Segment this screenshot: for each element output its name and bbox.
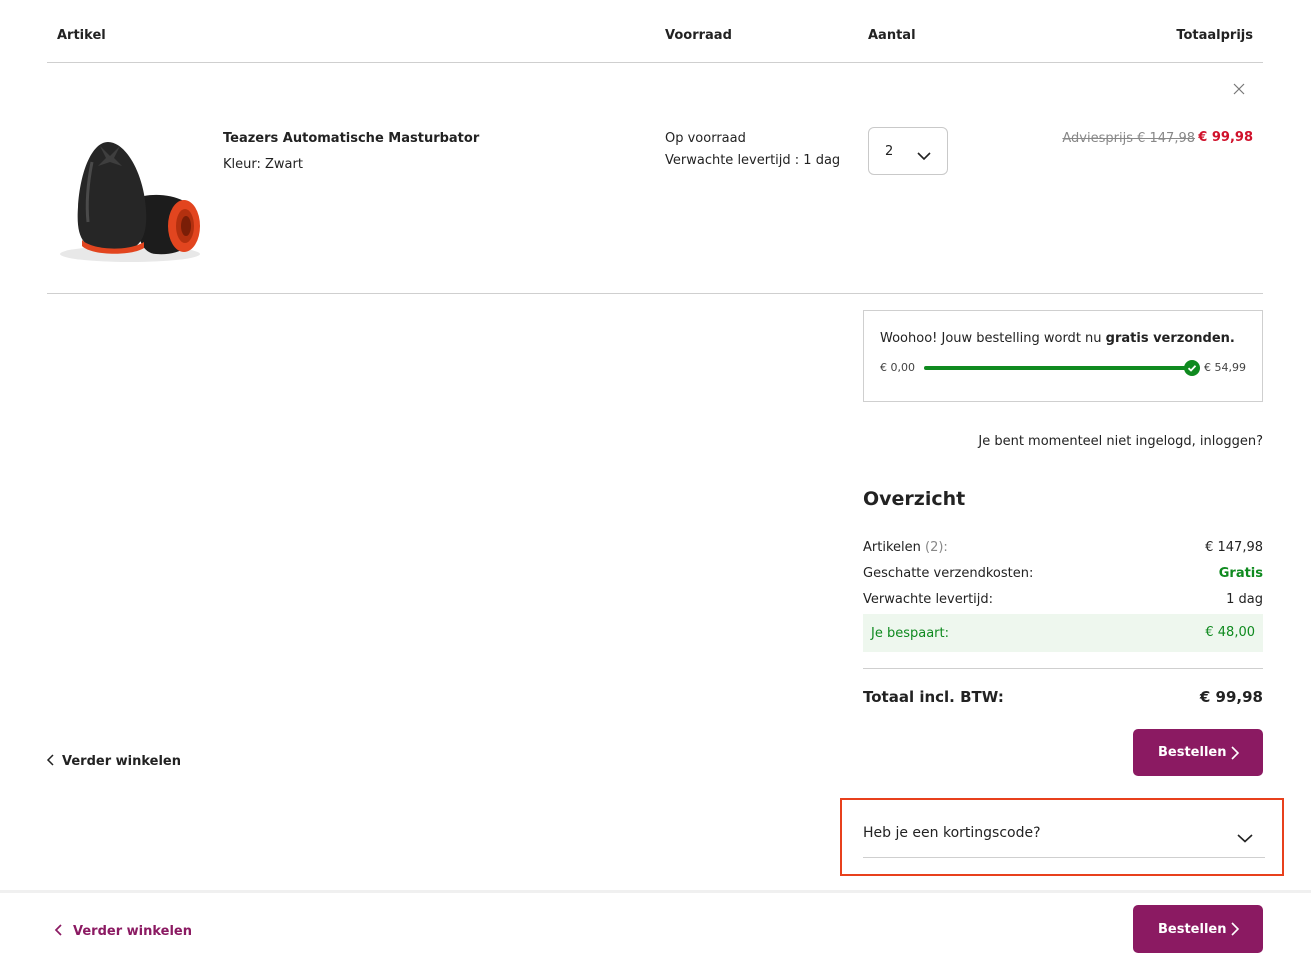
total-value: € 99,98 (1199, 688, 1263, 706)
remove-item-button[interactable] (1230, 80, 1248, 98)
product-name[interactable]: Teazers Automatische Masturbator (223, 131, 479, 146)
chevron-left-icon (54, 924, 62, 936)
chevron-left-icon (46, 754, 54, 766)
header-quantity: Aantal (868, 28, 916, 43)
quantity-value: 2 (885, 144, 894, 159)
shipping-cost-value: Gratis (1218, 566, 1263, 581)
overview-divider (863, 668, 1263, 669)
shipping-cost-label: Geschatte verzendkosten: (863, 566, 1034, 581)
chevron-down-icon (1237, 828, 1253, 847)
footer-continue-shopping-link[interactable]: Verder winkelen (54, 923, 192, 939)
sticky-footer: Verder winkelen Bestellen (0, 890, 1311, 965)
quantity-select[interactable]: 2 (868, 127, 948, 175)
delivery-label: Verwachte levertijd: (863, 592, 994, 607)
total-label: Totaal incl. BTW: (863, 688, 1004, 706)
order-button[interactable]: Bestellen (1133, 729, 1263, 776)
chevron-right-icon (1231, 746, 1240, 760)
progress-track (924, 360, 1200, 376)
discount-highlight: Heb je een kortingscode? (840, 798, 1284, 876)
savings-value: € 48,00 (1205, 625, 1255, 640)
recommended-price: Adviesprijs € 147,98 (1062, 131, 1195, 146)
progress-fill (924, 366, 1192, 370)
close-icon (1230, 83, 1248, 102)
progress-max-label: € 54,99 (1204, 361, 1246, 374)
free-shipping-progress: Woohoo! Jouw bestelling wordt nu gratis … (863, 310, 1263, 402)
articles-value: € 147,98 (1205, 540, 1263, 555)
savings-label: Je bespaart: (871, 626, 949, 641)
discount-code-label: Heb je een kortingscode? (863, 825, 1041, 841)
header-stock: Voorraad (665, 28, 732, 43)
delivery-value: 1 dag (1226, 592, 1263, 607)
item-price: € 99,98 (1198, 130, 1253, 145)
header-total-price: Totaalprijs (1176, 28, 1253, 43)
footer-order-button[interactable]: Bestellen (1133, 905, 1263, 953)
product-image[interactable] (52, 122, 212, 272)
savings-row: Je bespaart: € 48,00 (863, 614, 1263, 652)
progress-min-label: € 0,00 (880, 361, 915, 374)
stock-status: Op voorraad (665, 131, 746, 146)
delivery-time: Verwachte levertijd : 1 dag (665, 153, 841, 168)
chevron-right-icon (1231, 922, 1240, 936)
product-color: Kleur: Zwart (223, 157, 303, 172)
overview-title: Overzicht (863, 488, 966, 510)
continue-shopping-link[interactable]: Verder winkelen (46, 753, 181, 769)
free-shipping-message: Woohoo! Jouw bestelling wordt nu gratis … (880, 331, 1235, 346)
articles-label: Artikelen (2): (863, 540, 948, 555)
header-divider (47, 62, 1263, 63)
login-link[interactable]: Je bent momenteel niet ingelogd, inlogge… (978, 434, 1263, 449)
header-article: Artikel (57, 28, 106, 43)
chevron-down-icon (917, 146, 931, 165)
row-divider (47, 293, 1263, 294)
check-icon (1184, 360, 1200, 376)
discount-code-toggle[interactable]: Heb je een kortingscode? (863, 800, 1265, 858)
